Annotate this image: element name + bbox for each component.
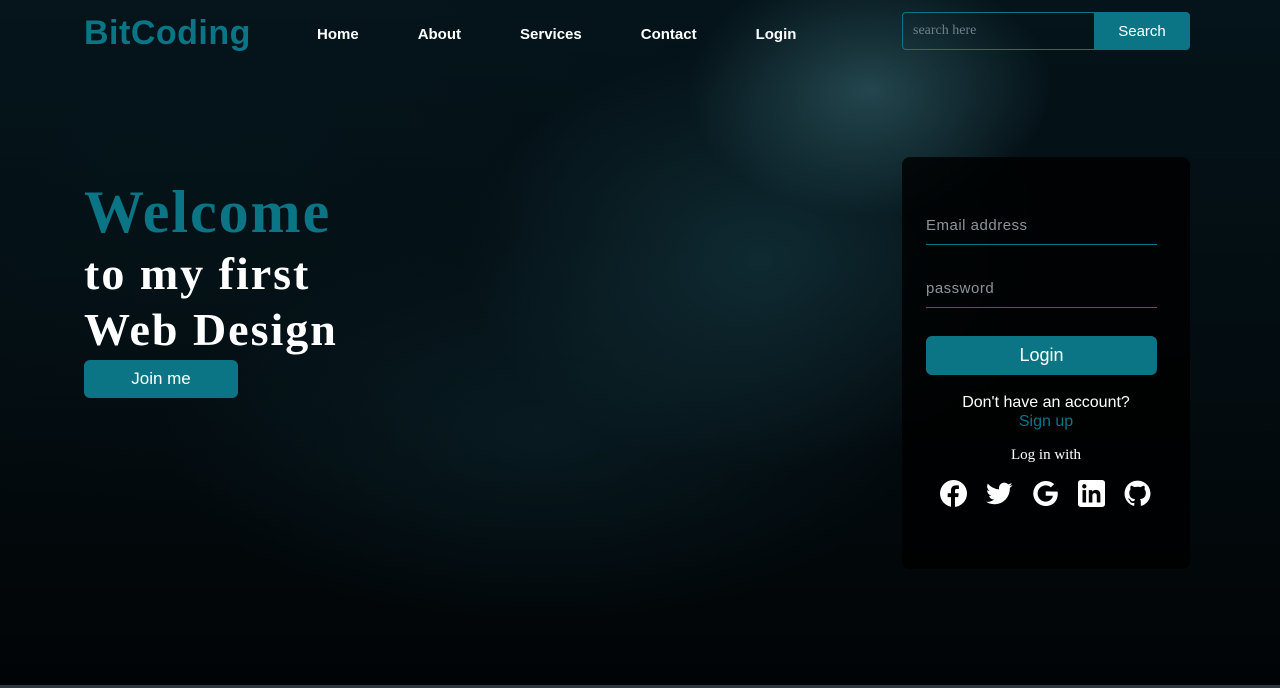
hero-subheading-line-2: Web Design <box>84 304 338 355</box>
twitter-icon[interactable] <box>986 480 1013 507</box>
nav-link-services[interactable]: Services <box>520 26 582 43</box>
nav-links: Home About Services Contact Login <box>317 26 855 43</box>
hero-welcome-heading: Welcome <box>84 179 332 245</box>
top-navbar: BitCoding Home About Services Contact Lo… <box>0 0 1280 68</box>
nav-link-login[interactable]: Login <box>756 26 797 43</box>
google-icon[interactable] <box>1032 480 1059 507</box>
search-input[interactable] <box>902 12 1094 50</box>
nav-link-about[interactable]: About <box>418 26 461 43</box>
github-icon[interactable] <box>1124 480 1151 507</box>
hero-text: Welcome to my first Web Design <box>84 178 338 358</box>
search-bar: Search <box>902 12 1190 50</box>
site-logo[interactable]: BitCoding <box>84 14 251 53</box>
log-in-with-label: Log in with <box>1011 447 1081 463</box>
hero-subheading-line-1: to my first <box>84 248 311 299</box>
nav-link-contact[interactable]: Contact <box>641 26 697 43</box>
password-field[interactable] <box>926 274 1157 308</box>
email-field[interactable] <box>926 211 1157 245</box>
no-account-text: Don't have an account? <box>962 394 1130 411</box>
signup-link[interactable]: Sign up <box>902 413 1190 431</box>
login-card: Login Don't have an account? Sign up Log… <box>902 157 1190 569</box>
join-me-button[interactable]: Join me <box>84 360 238 398</box>
linkedin-icon[interactable] <box>1078 480 1105 507</box>
search-button[interactable]: Search <box>1094 12 1190 50</box>
social-login-icons <box>940 480 1170 507</box>
facebook-icon[interactable] <box>940 480 967 507</box>
login-button[interactable]: Login <box>926 336 1157 375</box>
nav-link-home[interactable]: Home <box>317 26 359 43</box>
